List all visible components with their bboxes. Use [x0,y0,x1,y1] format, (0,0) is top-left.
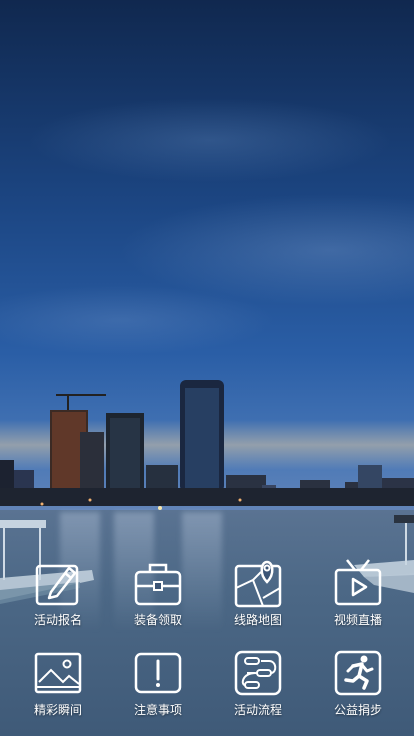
city-skyline [0,380,414,510]
menu-item-label: 线路地图 [233,613,282,627]
flow-icon [234,650,282,696]
tv-play-icon [334,559,382,606]
menu-item-label: 视频直播 [333,613,382,627]
activity-menu-grid: 活动报名 装备领取 线路地图 视频直播 精彩瞬间 注意事项 活动流程 公益捐步 [8,552,408,722]
menu-item-label: 装备领取 [133,613,182,627]
image-icon [34,652,82,694]
alert-icon [134,652,182,694]
menu-item-step-donation[interactable]: 公益捐步 [308,642,408,722]
running-icon [334,650,382,696]
map-pin-icon [234,560,282,608]
menu-item-highlights[interactable]: 精彩瞬间 [8,642,108,722]
menu-item-signup[interactable]: 活动报名 [8,552,108,632]
menu-item-label: 活动报名 [33,613,82,627]
menu-item-route-map[interactable]: 线路地图 [208,552,308,632]
menu-item-label: 公益捐步 [333,703,382,717]
menu-item-equipment[interactable]: 装备领取 [108,552,208,632]
menu-item-label: 注意事项 [133,703,182,717]
menu-item-live-video[interactable]: 视频直播 [308,552,408,632]
briefcase-icon [134,563,182,606]
menu-item-notices[interactable]: 注意事项 [108,642,208,722]
pencil-icon [35,564,79,606]
menu-item-label: 精彩瞬间 [33,703,82,717]
menu-item-label: 活动流程 [233,703,282,717]
menu-item-process[interactable]: 活动流程 [208,642,308,722]
